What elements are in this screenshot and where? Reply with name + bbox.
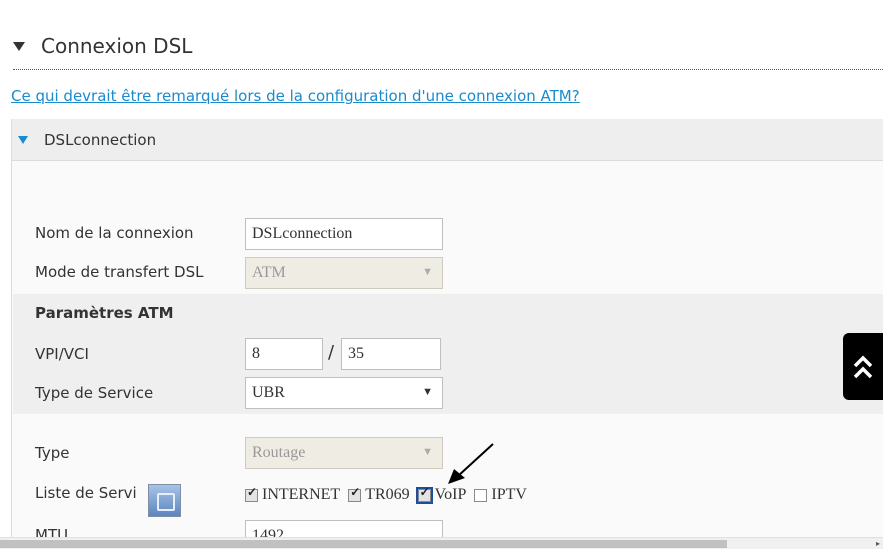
scroll-to-top-button[interactable] — [843, 333, 883, 400]
vpi-value: 8 — [252, 345, 260, 362]
chevron-down-icon: ▼ — [422, 266, 433, 278]
tr069-label: TR069 — [365, 486, 410, 503]
internet-label: INTERNET — [262, 486, 341, 503]
internet-checkbox[interactable] — [245, 485, 258, 502]
triangle-down-icon — [13, 41, 25, 51]
vpi-vci-separator: / — [328, 342, 335, 363]
atm-params-heading: Paramètres ATM — [35, 304, 174, 322]
tr069-checkbox[interactable] — [348, 485, 362, 502]
arrow-icon — [448, 443, 494, 484]
service-type-value: UBR — [252, 384, 285, 401]
service-type-label: Type de Service — [35, 384, 154, 402]
iptv-checkbox[interactable] — [474, 488, 488, 502]
scroll-right-icon[interactable]: ▸ — [876, 539, 880, 548]
vpi-vci-label: VPI/VCI — [35, 345, 89, 363]
chevron-down-icon: ▼ — [422, 386, 433, 398]
section-title: Connexion DSL — [41, 34, 193, 58]
chevron-down-icon: ▼ — [422, 446, 433, 458]
transfer-mode-value: ATM — [252, 264, 286, 281]
horizontal-scrollbar[interactable]: ▸ — [0, 537, 883, 549]
vpi-input[interactable]: 8 — [245, 338, 323, 370]
atm-help-link[interactable]: Ce qui devrait être remarqué lors de la … — [11, 87, 580, 105]
connection-name-label: Nom de la connexion — [35, 224, 194, 242]
panel-title: DSLconnection — [44, 130, 157, 149]
service-type-select[interactable]: UBR ▼ — [245, 377, 443, 409]
transfer-mode-select[interactable]: ATM ▼ — [245, 257, 443, 289]
service-list-label: Liste de Servi — [35, 484, 137, 502]
transfer-mode-label: Mode de transfert DSL — [35, 263, 204, 281]
vci-value: 35 — [348, 345, 364, 362]
divider — [13, 69, 883, 70]
voip-checkbox[interactable] — [415, 485, 433, 504]
panel-header[interactable]: DSLconnection — [12, 119, 883, 161]
type-label: Type — [35, 444, 70, 462]
window-icon[interactable] — [148, 484, 181, 517]
connection-name-input[interactable]: DSLconnection — [245, 218, 443, 250]
scrollbar-thumb[interactable] — [0, 540, 727, 548]
type-value: Routage — [252, 444, 306, 461]
vci-input[interactable]: 35 — [341, 338, 441, 370]
triangle-down-icon — [18, 135, 28, 144]
section-header[interactable]: Connexion DSL — [13, 30, 192, 62]
double-chevron-up-icon — [853, 355, 873, 378]
type-select[interactable]: Routage ▼ — [245, 437, 443, 469]
connection-name-value: DSLconnection — [252, 225, 353, 242]
